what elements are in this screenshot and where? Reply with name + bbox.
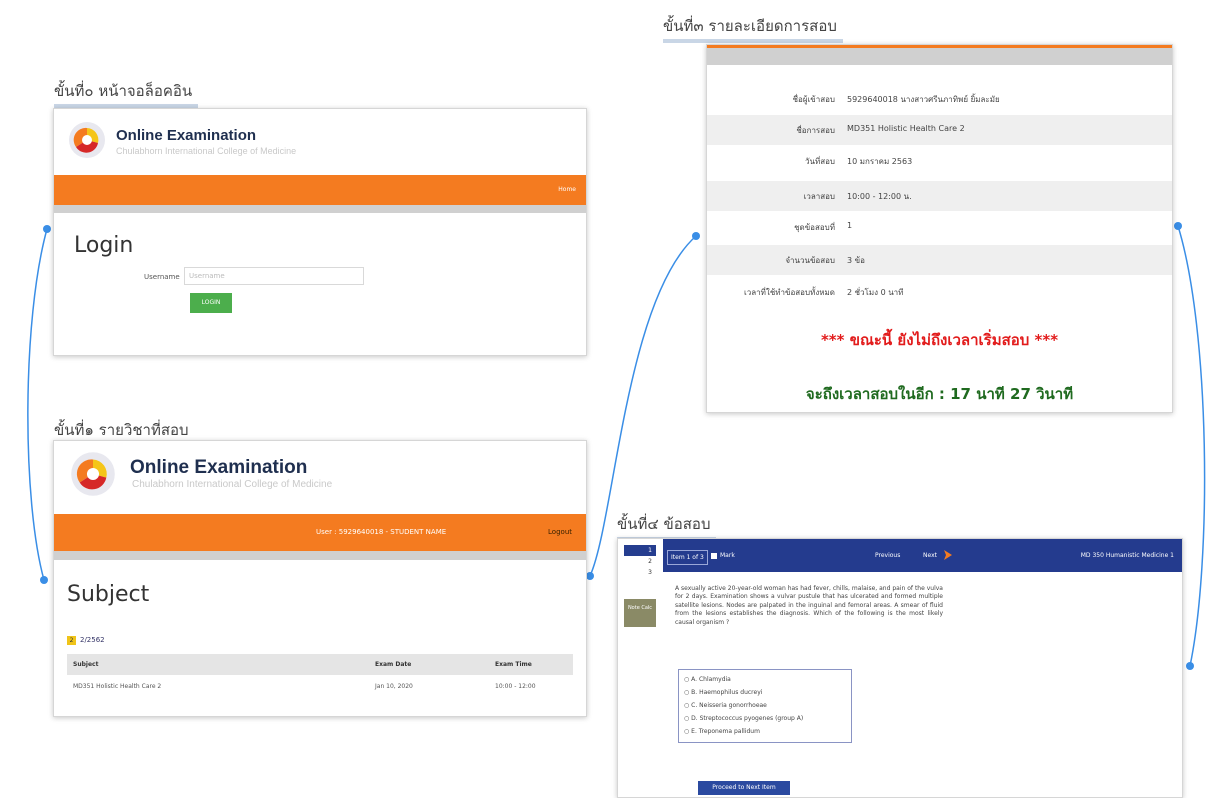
app-subtitle: Chulabhorn International College of Medi… [132, 479, 333, 490]
notes-calc-button[interactable]: Note Calc [624, 599, 656, 627]
logout-link[interactable]: Logout [548, 528, 572, 536]
username-input[interactable]: Username [184, 267, 364, 285]
question-text: A sexually active 20-year-old woman has … [675, 585, 943, 626]
detail-row-exam-set: ชุดข้อสอบที่ 1 [707, 212, 1172, 242]
detail-value: 10 มกราคม 2563 [847, 157, 913, 166]
column-header: Subject [67, 654, 369, 675]
detail-row-duration: เวลาที่ใช้ทำข้อสอบทั้งหมด 2 ชั่วโมง 0 นา… [707, 277, 1172, 307]
exam-toolbar: Item 1 of 3 Mark Previous Next MD 350 Hu… [663, 539, 1182, 572]
page-title: Login [74, 233, 134, 258]
detail-row-question-count: จำนวนข้อสอบ 3 ข้อ [707, 245, 1172, 275]
user-info: User : 5929640018 - STUDENT NAME [316, 528, 447, 536]
home-link[interactable]: Home [558, 186, 576, 193]
previous-button[interactable]: Previous [875, 552, 900, 559]
caption-step3: ขั้นที่๔ ข้อสอบ [617, 512, 717, 541]
caption-step1: ขั้นที่๑ รายวิชาที่สอบ [54, 418, 195, 447]
page-title: Subject [67, 582, 150, 607]
caption-step2: ขั้นที่๓ รายละเอียดการสอบ [663, 14, 843, 43]
next-arrow-icon[interactable] [941, 548, 955, 562]
connector-dot [586, 572, 594, 580]
answer-option[interactable]: ○ A. Chlamydia [684, 673, 851, 686]
caption-text: ขั้นที่๑ รายวิชาที่สอบ [54, 421, 189, 439]
connector-login-to-subject [27, 228, 48, 581]
nav-divider [54, 205, 586, 213]
app-title: Online Examination [130, 457, 308, 478]
mark-checkbox[interactable] [711, 553, 717, 559]
question-nav-item[interactable]: 1 [624, 545, 656, 556]
answer-option[interactable]: ○ D. Streptococcus pyogenes (group A) [684, 712, 851, 725]
exam-time-cell: 10:00 - 12:00 [495, 683, 536, 690]
detail-label: ชุดข้อสอบที่ [794, 223, 835, 232]
username-label: Username [144, 273, 180, 281]
nav-bar [54, 175, 586, 205]
year-badge: 2 [67, 636, 76, 645]
answer-option[interactable]: ○ C. Neisseria gonorrhoeae [684, 699, 851, 712]
next-button[interactable]: Next [923, 552, 937, 559]
connector-dot [43, 225, 51, 233]
detail-value: 5929640018 นางสาวศรีนภาทิพย์ ยิ้มละมัย [847, 95, 1000, 104]
detail-label: วันที่สอบ [805, 157, 835, 166]
option-text: B. Haemophilus ducreyi [691, 689, 763, 696]
login-screen: Online Examination Chulabhorn Internatio… [53, 108, 587, 356]
detail-row-exam-time: เวลาสอบ 10:00 - 12:00 น. [707, 181, 1172, 211]
connector-dot [692, 232, 700, 240]
login-button[interactable]: LOGIN [190, 293, 232, 313]
detail-value: 10:00 - 12:00 น. [847, 192, 912, 201]
detail-value: 3 ข้อ [847, 256, 865, 265]
app-title: Online Examination [116, 127, 257, 144]
connector-dot [1174, 222, 1182, 230]
detail-value: MD351 Holistic Health Care 2 [847, 124, 965, 133]
caption-text: ขั้นที่๓ รายละเอียดการสอบ [663, 17, 837, 35]
table-row[interactable]: MD351 Holistic Health Care 2 Jan 10, 202… [67, 675, 573, 698]
caption-underline [663, 39, 843, 43]
column-header: Exam Time [489, 654, 573, 675]
mark-label[interactable]: Mark [720, 552, 735, 559]
exam-detail-screen: ชื่อผู้เข้าสอบ 5929640018 นางสาวศรีนภาทิ… [706, 44, 1173, 413]
option-text: E. Treponema pallidum [691, 728, 760, 735]
column-header: Exam Date [369, 654, 489, 675]
option-text: D. Streptococcus pyogenes (group A) [691, 715, 804, 722]
caption-step0: ขั้นที่๐ หน้าจอล็อคอิน [54, 79, 199, 108]
caption-text: ขั้นที่๔ ข้อสอบ [617, 515, 711, 533]
college-logo [68, 121, 106, 159]
academic-year: 2/2562 [80, 636, 105, 644]
subject-table: Subject Exam Date Exam Time MD351 Holist… [67, 654, 573, 698]
answer-option[interactable]: ○ E. Treponema pallidum [684, 725, 851, 738]
detail-label: ชื่อผู้เข้าสอบ [792, 95, 835, 104]
option-text: C. Neisseria gonorrhoeae [691, 702, 767, 709]
exam-date-cell: Jan 10, 2020 [375, 683, 413, 690]
question-nav-item[interactable]: 2 [624, 556, 656, 567]
answer-options: ○ A. Chlamydia ○ B. Haemophilus ducreyi … [678, 669, 852, 743]
detail-row-exam-date: วันที่สอบ 10 มกราคม 2563 [707, 146, 1172, 176]
course-name: MD 350 Humanistic Medicine 1 [1080, 552, 1174, 559]
subject-cell[interactable]: MD351 Holistic Health Care 2 [67, 675, 369, 698]
item-counter: Item 1 of 3 [667, 550, 708, 565]
college-logo [70, 451, 116, 497]
detail-label: ชื่อการสอบ [796, 126, 835, 135]
nav-divider [54, 551, 586, 560]
app-subtitle: Chulabhorn International College of Medi… [116, 146, 297, 156]
connector-dot [40, 576, 48, 584]
detail-row-exam-name: ชื่อการสอบ MD351 Holistic Health Care 2 [707, 115, 1172, 145]
detail-value: 2 ชั่วโมง 0 นาที [847, 288, 904, 297]
header-strip [707, 48, 1172, 65]
option-text: A. Chlamydia [691, 676, 731, 683]
proceed-button[interactable]: Proceed to Next Item [698, 781, 790, 795]
detail-row-student: ชื่อผู้เข้าสอบ 5929640018 นางสาวศรีนภาทิ… [707, 84, 1172, 114]
detail-label: เวลาที่ใช้ทำข้อสอบทั้งหมด [744, 288, 835, 297]
subject-screen: Online Examination Chulabhorn Internatio… [53, 440, 587, 717]
detail-value: 1 [847, 221, 853, 230]
question-navigator: 1 2 3 [624, 545, 656, 578]
detail-label: จำนวนข้อสอบ [785, 256, 835, 265]
connector-dot [1186, 662, 1194, 670]
exam-question-screen: 1 2 3 Note Calc Item 1 of 3 Mark Previou… [617, 538, 1183, 798]
table-header-row: Subject Exam Date Exam Time [67, 654, 573, 675]
not-started-warning: *** ขณะนี้ ยังไม่ถึงเวลาเริ่มสอบ *** [820, 331, 1059, 349]
caption-text: ขั้นที่๐ หน้าจอล็อคอิน [54, 82, 193, 100]
question-nav-item[interactable]: 3 [624, 567, 656, 578]
answer-option[interactable]: ○ B. Haemophilus ducreyi [684, 686, 851, 699]
countdown-timer: จะถึงเวลาสอบในอีก : 17 นาที 27 วินาที [805, 385, 1074, 403]
detail-label: เวลาสอบ [803, 192, 835, 201]
